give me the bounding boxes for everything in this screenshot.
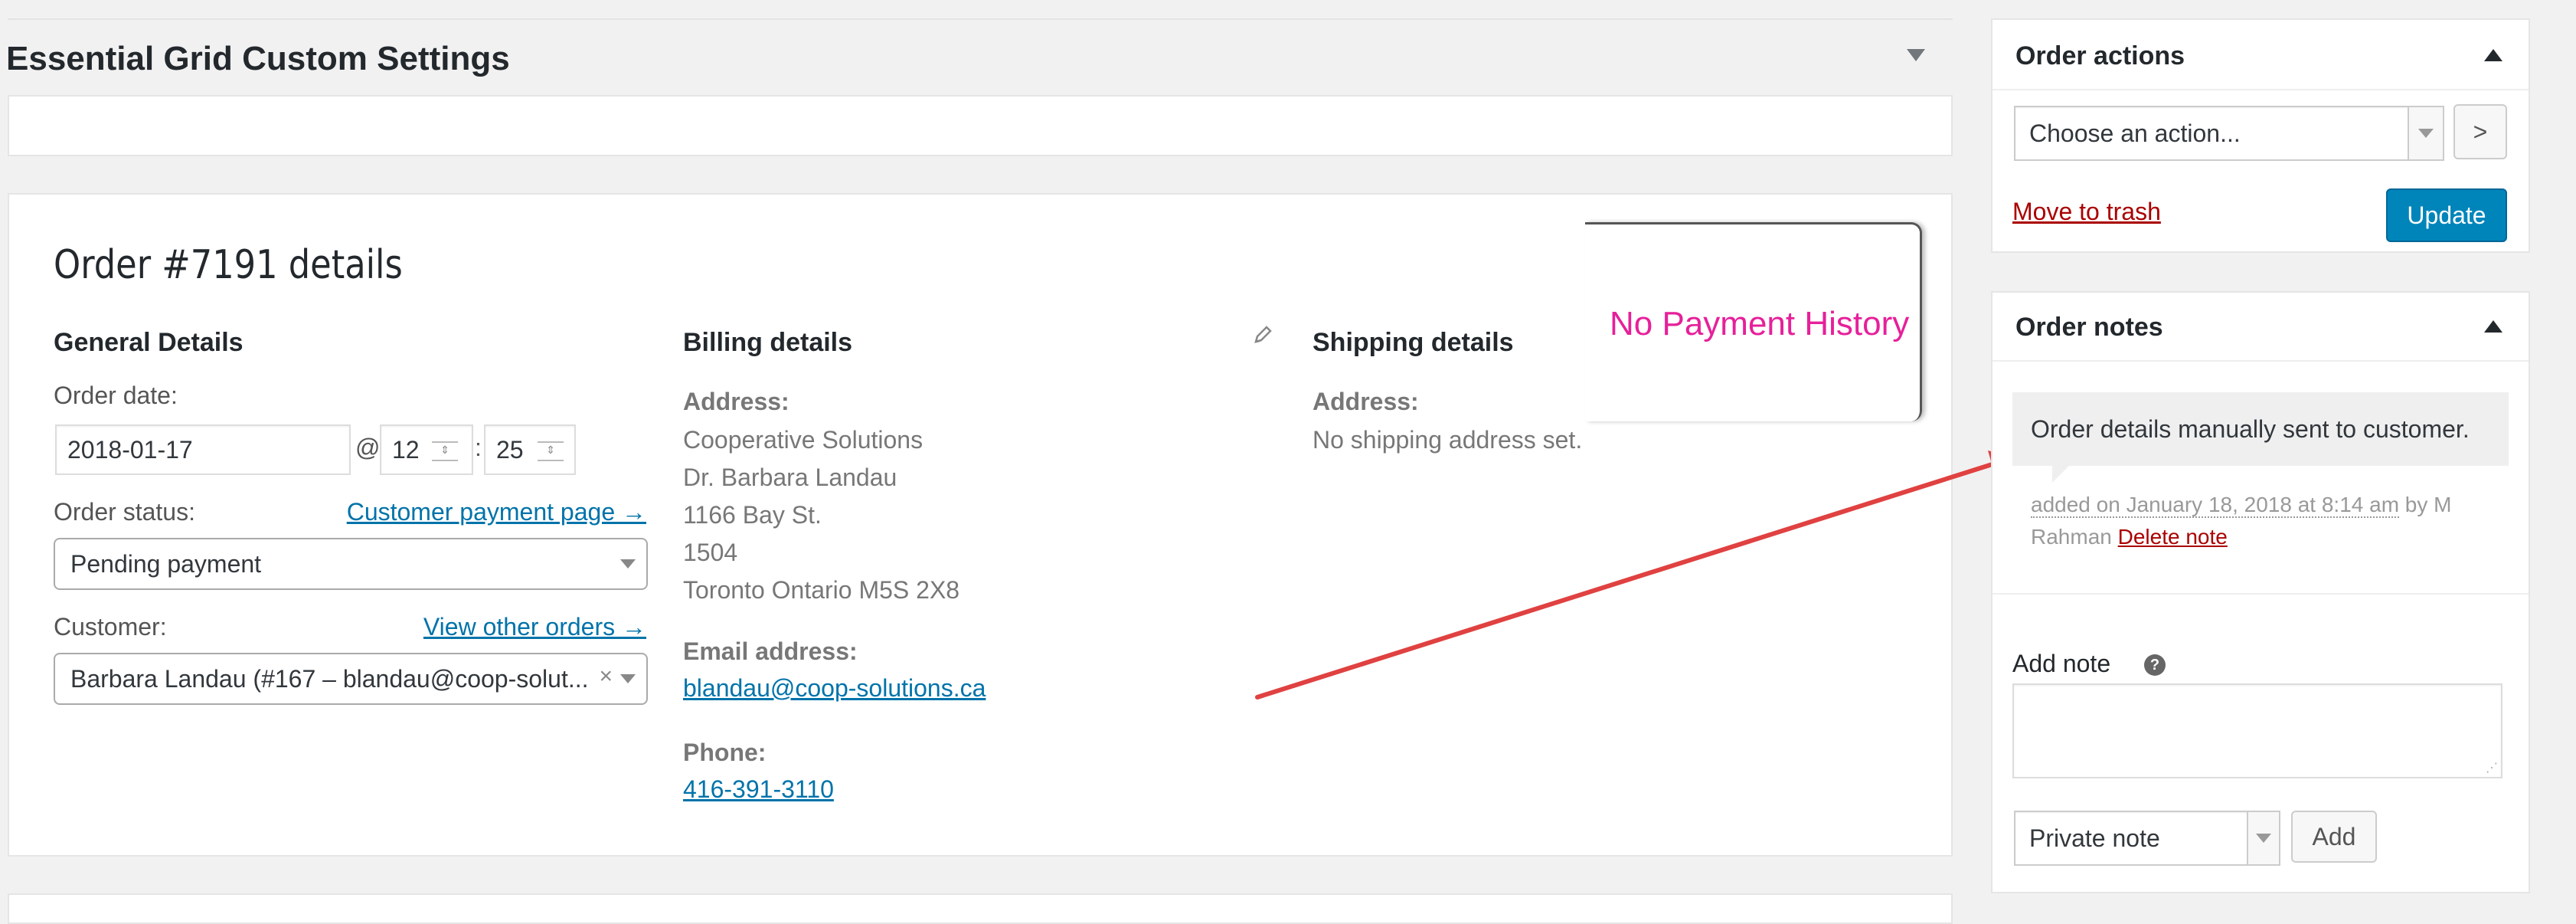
order-notes-panel: [1991, 291, 2530, 893]
note-bubble: Order details manually sent to customer.: [2012, 392, 2509, 466]
move-to-trash-link[interactable]: Move to trash: [2012, 198, 2161, 226]
add-note-label: Add note: [2012, 650, 2111, 677]
note-text: Order details manually sent to customer.: [2031, 414, 2470, 443]
order-actions-divider: [1992, 89, 2529, 90]
chevron-down-icon: [2256, 834, 2271, 843]
order-notes-divider: [1992, 360, 2529, 362]
help-glyph: ?: [2149, 656, 2160, 673]
order-actions-title: Order actions: [2015, 41, 2185, 70]
order-notes-title: Order notes: [2015, 313, 2163, 342]
delete-note-link[interactable]: Delete note: [2118, 525, 2228, 549]
chevron-right-icon: >: [2473, 117, 2488, 146]
apply-action-button[interactable]: >: [2453, 104, 2507, 159]
note-type-select[interactable]: Private note: [2014, 811, 2280, 866]
note-meta-added: added on January 18, 2018 at 8:14 am: [2031, 493, 2400, 518]
triangle-up-icon[interactable]: [2484, 320, 2502, 333]
note-type-value: Private note: [2029, 824, 2160, 852]
note-bubble-tail: [2052, 466, 2069, 483]
help-icon[interactable]: ?: [2144, 654, 2166, 676]
order-action-select[interactable]: Choose an action...: [2014, 106, 2444, 161]
add-note-textarea[interactable]: ⋰: [2012, 683, 2502, 778]
add-note-button[interactable]: Add: [2291, 811, 2377, 863]
order-notes-divider-2: [1992, 593, 2529, 595]
order-action-value: Choose an action...: [2029, 119, 2241, 147]
triangle-up-icon[interactable]: [2484, 49, 2502, 61]
note-meta: added on January 18, 2018 at 8:14 am by …: [2031, 489, 2490, 553]
resize-handle-icon[interactable]: ⋰: [2486, 760, 2498, 775]
chevron-down-icon: [2418, 129, 2434, 138]
update-button[interactable]: Update: [2386, 188, 2507, 242]
